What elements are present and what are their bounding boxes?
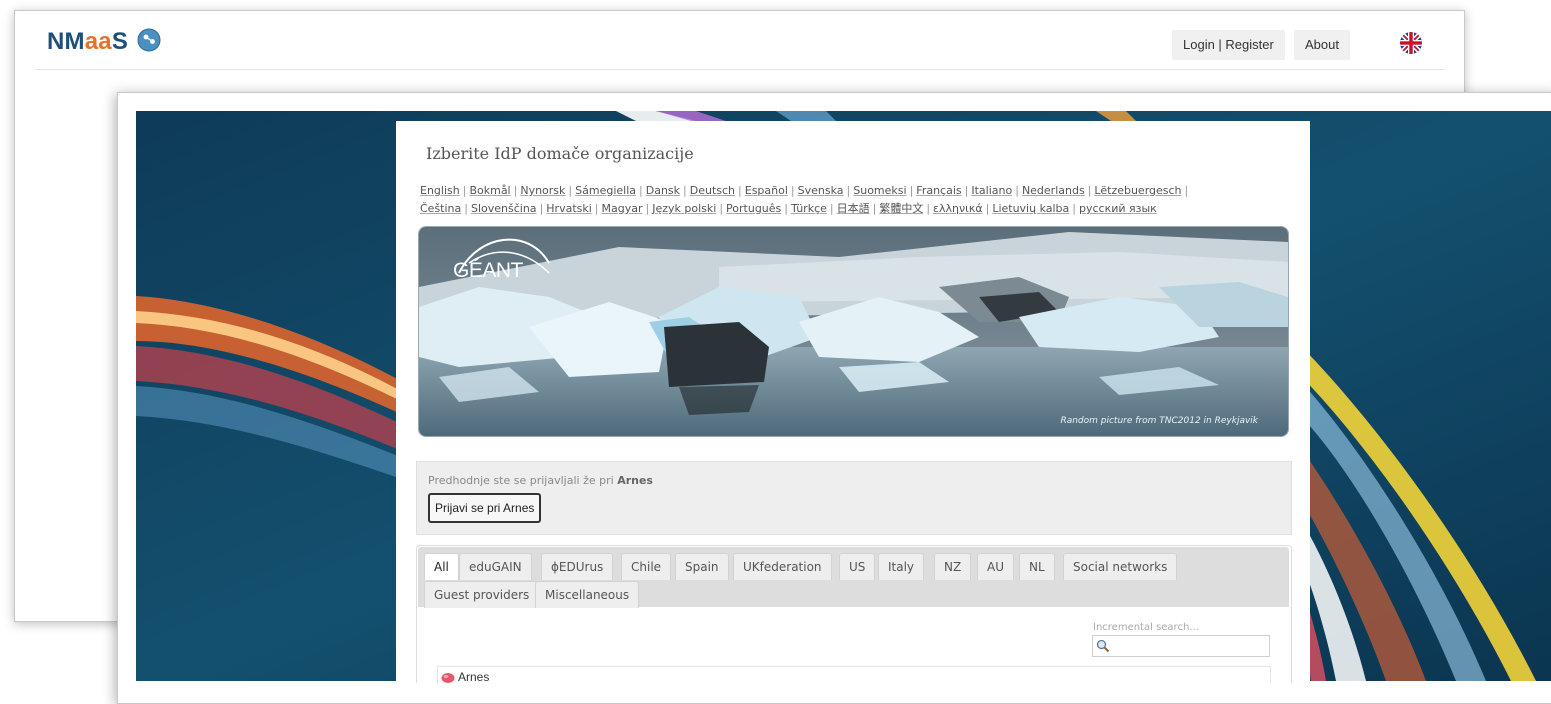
page-title: Izberite IdP domače organizacije — [426, 144, 694, 163]
nmaas-logo[interactable]: NMaaS — [47, 28, 161, 56]
logo-text-s: S — [111, 28, 129, 55]
lang-link-espanol[interactable]: Español — [745, 184, 788, 197]
lang-link-dansk[interactable]: Dansk — [646, 184, 680, 197]
banner-caption: Random picture from TNC2012 in Reykjavik — [1060, 416, 1258, 426]
login-register-button[interactable]: Login | Register — [1172, 30, 1285, 60]
lang-link-italiano[interactable]: Italiano — [971, 184, 1012, 197]
nmaas-header: NMaaS Login | Register About — [35, 11, 1445, 70]
lang-link-suomeksi[interactable]: Suomeksi — [853, 184, 906, 197]
lang-link-russian[interactable]: русский язык — [1079, 202, 1157, 215]
tab-au[interactable]: AU — [977, 553, 1014, 580]
lang-link-francais[interactable]: Français — [916, 184, 961, 197]
lang-link-hrvatski[interactable]: Hrvatski — [546, 202, 592, 215]
login-with-arnes-button[interactable]: Prijavi se pri Arnes — [428, 493, 542, 523]
geant-logo: GÉANT — [453, 238, 550, 283]
tab-ukfederation[interactable]: UKfederation — [733, 553, 832, 580]
tab-edurus[interactable]: ϕEDUrus — [541, 553, 614, 580]
tab-nz[interactable]: NZ — [934, 553, 972, 580]
tab-edugain[interactable]: eduGAIN — [459, 553, 532, 580]
lang-link-japanese[interactable]: 日本語 — [837, 202, 870, 215]
lang-link-svenska[interactable]: Svenska — [798, 184, 844, 197]
tab-italy[interactable]: Italy — [878, 553, 925, 580]
geant-arc-icon — [458, 238, 550, 274]
lang-link-nynorsk[interactable]: Nynorsk — [520, 184, 565, 197]
lang-link-magyar[interactable]: Magyar — [602, 202, 643, 215]
banner-image: GÉANT Random picture from TNC2012 in Rey… — [418, 226, 1289, 437]
idp-list-item-label: Arnes — [458, 670, 490, 683]
lang-link-deutsch[interactable]: Deutsch — [690, 184, 735, 197]
tab-social-networks[interactable]: Social networks — [1063, 553, 1178, 580]
previous-login-org: Arnes — [617, 474, 653, 487]
tab-spain[interactable]: Spain — [675, 553, 729, 580]
idp-window: Izberite IdP domače organizacije English… — [117, 92, 1551, 704]
tab-miscellaneous[interactable]: Miscellaneous — [535, 581, 640, 608]
about-button[interactable]: About — [1294, 30, 1350, 60]
idp-panel: Izberite IdP domače organizacije English… — [396, 121, 1310, 683]
tab-chile[interactable]: Chile — [621, 553, 672, 580]
arnes-logo-icon — [441, 673, 455, 683]
magnifier-icon — [1096, 639, 1110, 653]
previous-login-text: Predhodnje ste se prijavljali že pri Arn… — [428, 474, 653, 487]
lang-link-letzebuergesch[interactable]: Lëtzebuergesch — [1094, 184, 1181, 197]
lang-link-portugues[interactable]: Português — [726, 202, 781, 215]
lang-link-greek[interactable]: ελληνικά — [933, 202, 983, 215]
uk-flag-icon[interactable] — [1399, 31, 1423, 55]
lang-link-nederlands[interactable]: Nederlands — [1022, 184, 1085, 197]
globe-icon — [137, 28, 161, 52]
lang-link-lietuviu[interactable]: Lietuvių kalba — [992, 202, 1069, 215]
federation-tabs: All eduGAIN ϕEDUrus Chile Spain UKfedera… — [416, 545, 1292, 683]
previous-login-box: Predhodnje ste se prijavljali že pri Arn… — [416, 461, 1292, 535]
tabs-bar: All eduGAIN ϕEDUrus Chile Spain UKfedera… — [418, 547, 1289, 608]
lang-link-english[interactable]: English — [420, 184, 460, 197]
incremental-search-input[interactable] — [1092, 635, 1270, 657]
tab-guest-providers[interactable]: Guest providers — [424, 581, 540, 608]
lang-link-samegiella[interactable]: Sámegiella — [575, 184, 636, 197]
language-list: English | Bokmål | Nynorsk | Sámegiella | Dansk |… — [420, 184, 1189, 215]
lang-link-bokmal[interactable]: Bokmål — [469, 184, 510, 197]
logo-text-nm: NM — [47, 28, 85, 55]
idp-list-item[interactable]: Arnes — [437, 666, 1271, 683]
lang-link-cestina[interactable]: Čeština — [420, 202, 461, 215]
lang-link-slovenscina[interactable]: Slovenščina — [471, 202, 537, 215]
tab-all[interactable]: All — [424, 553, 459, 580]
lang-link-turkce[interactable]: Türkçe — [791, 202, 827, 215]
previous-login-message: Predhodnje ste se prijavljali že pri — [428, 474, 614, 487]
lang-link-chinese[interactable]: 繁體中文 — [879, 202, 923, 215]
logo-text-aa: aa — [84, 28, 112, 55]
search-label: Incremental search... — [1093, 622, 1199, 633]
tab-nl[interactable]: NL — [1019, 553, 1055, 580]
tab-us[interactable]: US — [839, 553, 876, 580]
lang-link-polski[interactable]: Język polski — [652, 202, 716, 215]
